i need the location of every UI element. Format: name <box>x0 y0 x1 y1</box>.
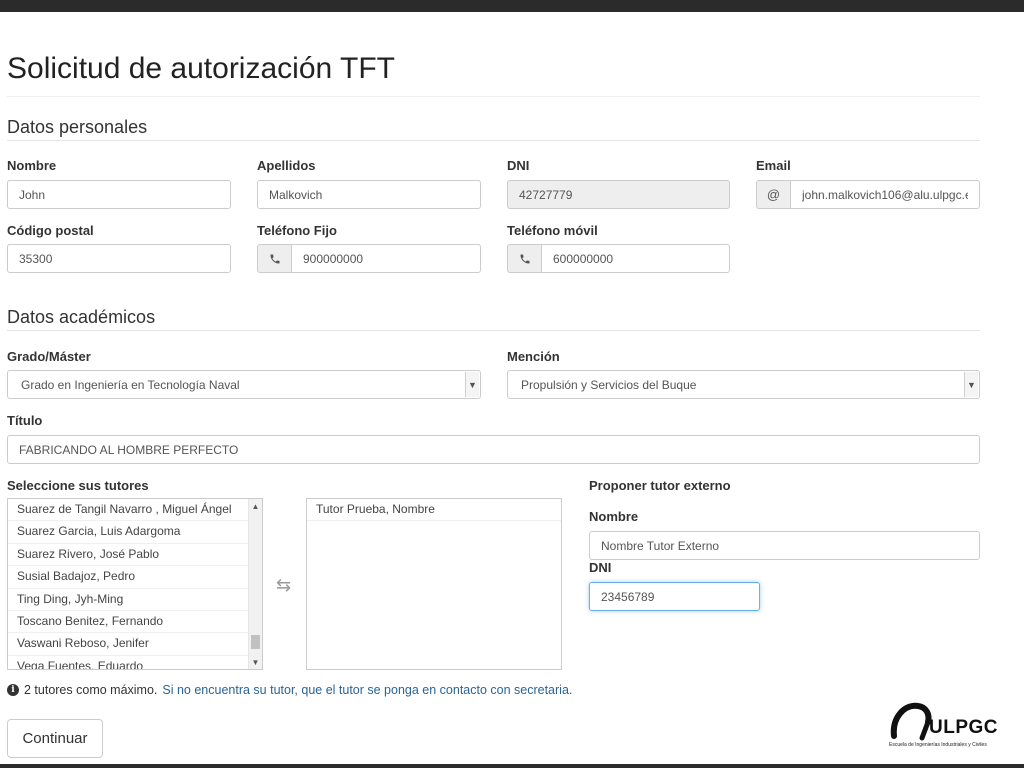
dni-input <box>507 180 730 209</box>
apellidos-input[interactable] <box>257 180 481 209</box>
selected-tutors-list[interactable]: Tutor Prueba, Nombre <box>306 498 562 670</box>
tutor-option[interactable]: Suarez de Tangil Navarro , Miguel Ángel <box>8 499 262 522</box>
external-dni-label: DNI <box>589 560 612 575</box>
selected-tutor-item[interactable]: Tutor Prueba, Nombre <box>307 499 561 522</box>
titulo-label: Título <box>7 413 43 428</box>
fijo-label: Teléfono Fijo <box>257 223 337 238</box>
at-icon: @ <box>756 180 790 209</box>
nombre-input[interactable] <box>7 180 231 209</box>
titulo-input[interactable] <box>7 435 980 464</box>
info-icon: i <box>7 684 19 696</box>
tutor-limit-text: 2 tutores como máximo. <box>24 683 158 697</box>
external-nombre-label: Nombre <box>589 509 639 524</box>
tutor-option[interactable]: Vega Fuentes, Eduardo <box>8 656 262 669</box>
movil-label: Teléfono móvil <box>507 223 598 238</box>
title-divider <box>7 96 980 97</box>
dni-label: DNI <box>507 158 530 173</box>
movil-input[interactable] <box>541 244 730 273</box>
grado-select-value: Grado en Ingeniería en Tecnología Naval <box>21 377 240 392</box>
section-divider-academic <box>7 330 980 331</box>
ulpgc-logo: ULPGC Escuela de Ingenierías Industriale… <box>888 698 1018 754</box>
page-title: Solicitud de autorización TFT <box>7 52 395 85</box>
section-title-academic: Datos académicos <box>7 307 156 327</box>
fijo-input[interactable] <box>291 244 481 273</box>
phone-icon <box>257 244 291 273</box>
ulpgc-logo-mark <box>890 702 932 741</box>
tutor-option[interactable]: Vaswani Reboso, Jenifer <box>8 633 262 656</box>
logo-subtitle: Escuela de Ingenierías Industriales y Ci… <box>889 742 987 748</box>
mencion-select-value: Propulsión y Servicios del Buque <box>521 377 697 392</box>
tutores-label: Seleccione sus tutores <box>7 478 149 493</box>
nombre-label: Nombre <box>7 158 57 173</box>
swap-arrows-icon[interactable]: ⇆ <box>276 575 291 596</box>
section-title-personal: Datos personales <box>7 117 148 137</box>
tutor-option[interactable]: Toscano Benitez, Fernando <box>8 611 262 634</box>
email-label: Email <box>756 158 791 173</box>
external-dni-input[interactable] <box>589 582 760 611</box>
cp-input[interactable] <box>7 244 231 273</box>
continue-button[interactable]: Continuar <box>7 719 103 758</box>
window-bottom-bar <box>0 764 1024 768</box>
scroll-up-icon[interactable]: ▲ <box>249 499 262 513</box>
available-tutors-list[interactable]: Suarez de Tangil Navarro , Miguel Ángel … <box>7 498 263 670</box>
mencion-label: Mención <box>507 349 560 364</box>
grado-label: Grado/Máster <box>7 349 91 364</box>
section-divider-personal <box>7 140 980 141</box>
email-input[interactable] <box>790 180 980 209</box>
secretaria-link[interactable]: Si no encuentra su tutor, que el tutor s… <box>162 683 572 697</box>
phone-icon <box>507 244 541 273</box>
window-top-bar <box>0 0 1024 12</box>
tutor-info-note: i 2 tutores como máximo. Si no encuentra… <box>7 683 572 697</box>
chevron-down-icon: ▼ <box>964 372 978 397</box>
external-nombre-input[interactable] <box>589 531 980 560</box>
tutor-option[interactable]: Susial Badajoz, Pedro <box>8 566 262 589</box>
tutors-scrollbar[interactable]: ▲ ▼ <box>248 499 262 669</box>
email-group: @ <box>756 180 980 209</box>
movil-group <box>507 244 730 273</box>
cp-label: Código postal <box>7 223 94 238</box>
logo-text: ULPGC <box>929 717 998 738</box>
mencion-select[interactable]: Propulsión y Servicios del Buque ▼ <box>507 370 980 399</box>
fijo-group <box>257 244 481 273</box>
tutor-option[interactable]: Suarez Rivero, José Pablo <box>8 544 262 567</box>
external-tutor-heading: Proponer tutor externo <box>589 478 731 493</box>
apellidos-label: Apellidos <box>257 158 316 173</box>
tutor-option[interactable]: Ting Ding, Jyh-Ming <box>8 589 262 611</box>
tutor-option[interactable]: Suarez Garcia, Luis Adargoma <box>8 521 262 544</box>
scroll-down-icon[interactable]: ▼ <box>249 655 262 669</box>
grado-select[interactable]: Grado en Ingeniería en Tecnología Naval … <box>7 370 481 399</box>
scrollbar-thumb[interactable] <box>251 635 260 649</box>
chevron-down-icon: ▼ <box>465 372 479 397</box>
